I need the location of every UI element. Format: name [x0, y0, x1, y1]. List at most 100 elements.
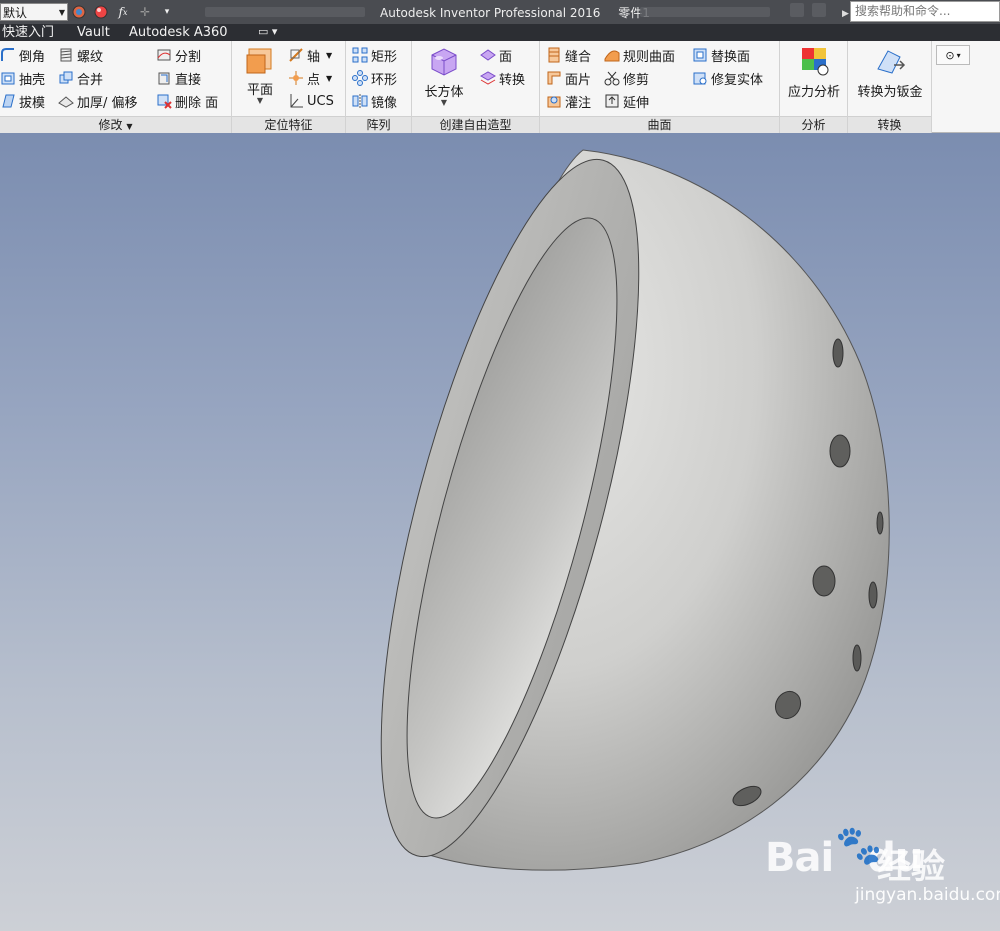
panel-surface-title: 曲面: [540, 116, 779, 133]
extend-icon: [604, 93, 620, 109]
split-icon: [156, 47, 172, 63]
thread-label: 螺纹: [77, 49, 104, 65]
quick-access-toolbar: 默认 ▼ 𝑓x ✛ ▾: [0, 2, 178, 22]
rectangular-pattern-button[interactable]: 矩形: [352, 44, 397, 66]
freeform-face-label: 面: [499, 49, 513, 65]
chevron-down-icon: ▼: [326, 50, 333, 60]
parameters-fx-icon[interactable]: 𝑓x: [112, 2, 134, 22]
stitch-button[interactable]: 缝合: [546, 44, 591, 66]
window-controls: [790, 3, 840, 21]
watermark-url: jingyan.baidu.com: [855, 885, 1000, 905]
rectangular-pattern-label: 矩形: [371, 49, 398, 65]
hemisphere-model[interactable]: [0, 133, 1000, 931]
thicken-icon: [58, 93, 74, 109]
tab-vault[interactable]: Vault: [77, 24, 110, 41]
axis-button[interactable]: 轴 ▼: [288, 44, 332, 66]
tab-getting-started[interactable]: 快速入门: [2, 24, 54, 41]
patch-icon: [546, 70, 562, 86]
ucs-icon: [288, 93, 304, 109]
split-button[interactable]: 分割: [156, 44, 201, 66]
help-search-input[interactable]: ▶ 搜索帮助和命令...: [842, 1, 1000, 22]
axis-label: 轴: [307, 49, 321, 65]
tab-overflow-icon[interactable]: ▭ ▾: [258, 25, 277, 38]
sculpt-button[interactable]: 灌注: [546, 90, 591, 112]
freeform-box-button[interactable]: 长方体 ▼: [420, 45, 468, 107]
expand-arrow-icon[interactable]: ▶: [842, 5, 849, 24]
baidu-jingyan-watermark: Bai du 🐾 经验 jingyan.baidu.com: [765, 823, 1000, 908]
fillet-button[interactable]: 倒角: [0, 44, 45, 66]
window-control-icon[interactable]: [790, 3, 804, 17]
chevron-down-icon: ▼: [58, 8, 65, 17]
thicken-offset-button[interactable]: 加厚/ 偏移: [58, 90, 138, 112]
freeform-convert-button[interactable]: 转换: [480, 67, 525, 89]
ruled-surface-icon: [604, 47, 620, 63]
convert-sheetmetal-button[interactable]: 转换为钣金: [850, 45, 930, 100]
fillet-icon: [0, 47, 16, 63]
replace-face-button[interactable]: 替换面: [692, 44, 750, 66]
combine-icon: [58, 70, 74, 86]
delete-face-icon: [156, 93, 172, 109]
plane-button[interactable]: 平面 ▼: [240, 47, 280, 105]
point-label: 点: [307, 72, 321, 88]
patch-button[interactable]: 面片: [546, 67, 591, 89]
panel-work-features: 平面 ▼ 轴 ▼ 点 ▼ UCS 定位特征: [232, 41, 346, 133]
mirror-icon: [352, 93, 368, 109]
hole: [852, 644, 862, 672]
chevron-down-icon: ▾: [956, 50, 961, 60]
thicken-offset-label: 加厚/ 偏移: [77, 95, 138, 111]
combine-label: 合并: [77, 72, 104, 88]
freeform-face-button[interactable]: 面: [480, 44, 512, 66]
panel-modify-label: 修改: [98, 118, 123, 132]
chevron-down-icon: ▼: [326, 73, 333, 83]
chevron-down-icon: ▼: [126, 122, 133, 131]
ucs-label: UCS: [307, 93, 334, 109]
window-title: Autodesk Inventor Professional 2016 零件1: [380, 4, 650, 21]
trim-button[interactable]: 修剪: [604, 67, 649, 89]
shell-label: 抽壳: [19, 72, 46, 88]
repair-bodies-label: 修复实体: [711, 72, 764, 88]
stitch-icon: [546, 47, 562, 63]
window-control-icon[interactable]: [812, 3, 826, 17]
panel-analysis: 应力分析 分析: [780, 41, 848, 133]
circular-pattern-button[interactable]: 环形: [352, 67, 397, 89]
ribbon-tab-bar: 快速入门 Vault Autodesk A360 ▭ ▾: [0, 24, 1000, 41]
tab-a360[interactable]: Autodesk A360: [129, 24, 228, 41]
material-icon[interactable]: [68, 2, 90, 22]
add-icon[interactable]: ✛: [134, 2, 156, 22]
hole: [832, 338, 844, 368]
convert-sheetmetal-label: 转换为钣金: [857, 85, 923, 100]
circular-pattern-label: 环形: [371, 72, 398, 88]
panel-analysis-title: 分析: [780, 116, 847, 133]
point-button[interactable]: 点 ▼: [288, 67, 332, 89]
repair-bodies-button[interactable]: 修复实体: [692, 67, 763, 89]
ruled-surface-button[interactable]: 规则曲面: [604, 44, 675, 66]
appearance-combo[interactable]: 默认 ▼: [0, 3, 68, 21]
stress-analysis-icon: [798, 45, 830, 77]
ribbon-overflow-button[interactable]: ⊙ ▾: [936, 45, 970, 65]
stress-analysis-button[interactable]: 应力分析: [782, 45, 846, 100]
appearance-icon[interactable]: [90, 2, 112, 22]
chevron-down-icon: ▼: [440, 98, 448, 107]
graphics-viewport[interactable]: [0, 133, 1000, 931]
extend-button[interactable]: 延伸: [604, 90, 649, 112]
sheetmetal-icon: [874, 45, 906, 77]
thread-button[interactable]: 螺纹: [58, 44, 103, 66]
direct-edit-button[interactable]: 直接: [156, 67, 201, 89]
paw-icon: 🐾: [835, 823, 883, 867]
blurred-region: [205, 7, 365, 17]
mirror-button[interactable]: 镜像: [352, 90, 397, 112]
split-label: 分割: [175, 49, 202, 65]
axis-icon: [288, 47, 304, 63]
plane-icon: [245, 47, 275, 75]
delete-face-button[interactable]: 删除 面: [156, 90, 218, 112]
panel-work-features-title: 定位特征: [232, 116, 345, 133]
shell-button[interactable]: 抽壳: [0, 67, 45, 89]
panel-pattern-title: 阵列: [346, 116, 411, 133]
panel-modify-title[interactable]: 修改 ▼: [0, 116, 231, 133]
draft-button[interactable]: 拔模: [0, 90, 45, 112]
ucs-button[interactable]: UCS: [288, 90, 334, 112]
mirror-label: 镜像: [371, 95, 398, 111]
combine-button[interactable]: 合并: [58, 67, 103, 89]
customize-icon[interactable]: ▾: [156, 2, 178, 22]
shell-icon: [0, 70, 16, 86]
